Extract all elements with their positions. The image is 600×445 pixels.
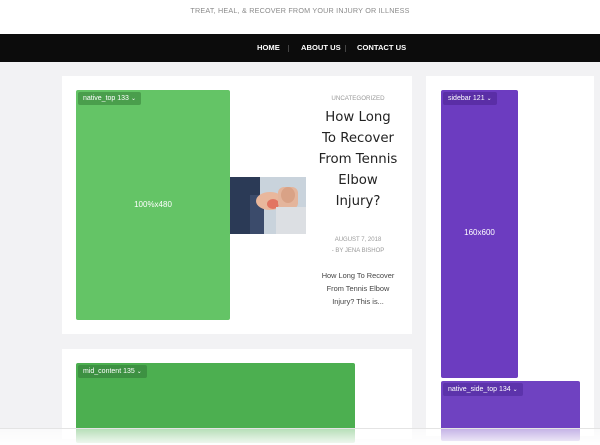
chevron-down-icon: ⌄ (136, 369, 142, 375)
ad-label[interactable]: sidebar 121 ⌄ (443, 92, 497, 105)
ad-label[interactable]: native_top 133 ⌄ (78, 92, 141, 105)
ad-size: 100%x480 (134, 200, 172, 209)
post-excerpt: How Long To Recover From Tennis Elbow In… (321, 271, 395, 307)
ad-label[interactable]: native_side_top 134 ⌄ (443, 383, 523, 396)
chevron-down-icon: ⌄ (512, 387, 518, 393)
post-title[interactable]: How Long To Recover From Tennis Elbow In… (318, 107, 398, 212)
ad-native-top[interactable]: native_top 133 ⌄ 100%x480 (76, 90, 230, 320)
chevron-down-icon: ⌄ (486, 96, 492, 102)
post-thumbnail[interactable] (230, 177, 306, 234)
nav-separator (345, 45, 346, 52)
thumbnail-image (230, 177, 306, 234)
ad-sidebar[interactable]: sidebar 121 ⌄ 160x600 (441, 90, 518, 378)
site-tagline: TREAT, HEAL, & RECOVER FROM YOUR INJURY … (190, 6, 410, 15)
ad-size: 160x600 (464, 228, 495, 237)
ad-label-text: mid_content 135 (83, 368, 135, 375)
nav-separator (288, 45, 289, 52)
nav-about-us[interactable]: ABOUT US (301, 43, 341, 52)
ad-label-text: native_side_top 134 (448, 386, 511, 393)
chevron-down-icon: ⌄ (130, 96, 136, 102)
nav-home[interactable]: HOME (257, 43, 280, 52)
main-navbar: HOME ABOUT US CONTACT US (0, 34, 600, 62)
post-author[interactable]: - BY JENA BISHOP (318, 246, 398, 256)
ad-label-text: sidebar 121 (448, 95, 485, 102)
post-date: AUGUST 7, 2018 (334, 237, 382, 243)
ad-label[interactable]: mid_content 135 ⌄ (78, 365, 147, 378)
sidebar-card: sidebar 121 ⌄ 160x600 native_side_top 134… (426, 76, 594, 441)
nav-contact-us[interactable]: CONTACT US (357, 43, 406, 52)
post-category[interactable]: UNCATEGORIZED (318, 95, 398, 102)
ad-label-text: native_top 133 (83, 95, 129, 102)
post-card: native_top 133 ⌄ 100%x480 UNCATEGORIZED H… (62, 76, 412, 334)
mid-content-card: mid_content 135 ⌄ (62, 349, 412, 443)
site-header: TREAT, HEAL, & RECOVER FROM YOUR INJURY … (0, 0, 600, 34)
bottom-overlay (0, 428, 600, 445)
